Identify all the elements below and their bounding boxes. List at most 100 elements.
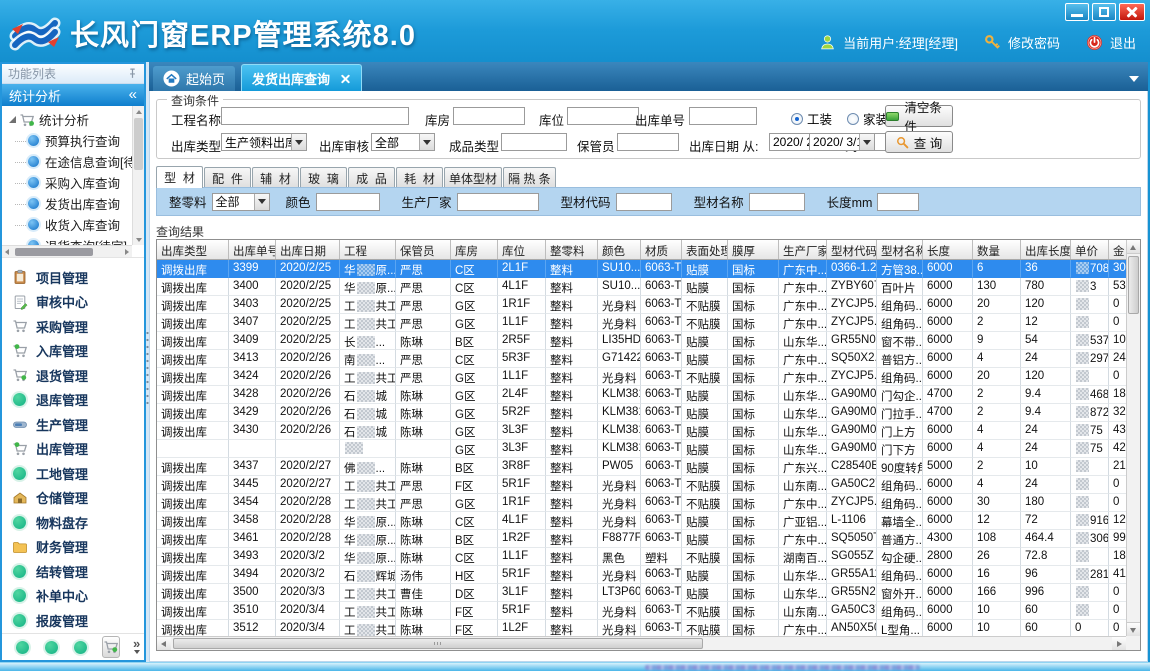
sidebar-item-purchase-mgmt[interactable]: 采购管理 [12,314,144,339]
date-to-picker[interactable]: 2020/ 3/16 [809,133,875,151]
column-header[interactable]: 保管员 [396,240,451,259]
warehouse-input[interactable] [453,107,525,125]
tree-root[interactable]: 统计分析 [8,109,130,130]
table-row[interactable]: 调拨出库34292020/2/26石城陈琳G区5R2F整料KLM38176063… [157,404,1126,422]
table-row[interactable]: 调拨出库34942020/3/2石辉城汤伟H区5R1F整料光身料6063-T5贴… [157,566,1126,584]
column-header[interactable]: 出库单号 [229,240,276,259]
table-row[interactable]: 调拨出库33992020/2/25华原...严思C区2L1F整料SU10...6… [157,260,1126,278]
table-row[interactable]: 调拨出库35102020/3/4工共工程陈琳F区5R1F整料光身料6063-T5… [157,602,1126,620]
table-row[interactable]: 调拨出库34372020/2/27佛...陈琳B区3R8F整料PW056063-… [157,458,1126,476]
sidebar-item-scrap-mgmt[interactable]: 报废管理 [12,608,144,633]
tab-shipping-out-query[interactable]: 发货出库查询 [241,64,362,91]
column-header[interactable]: 材质 [641,240,682,259]
tab-thermal-strip[interactable]: 隔 热 条 [503,167,556,188]
pin-icon[interactable] [127,68,138,79]
column-header[interactable]: 颜色 [598,240,641,259]
product-type-input[interactable] [501,133,567,151]
table-row[interactable]: 调拨出库34092020/2/25长...陈琳B区2R5F整料LI35HD606… [157,332,1126,350]
maximize-button[interactable] [1092,3,1116,21]
profile-name-input[interactable] [749,193,805,211]
tree-expander-icon[interactable] [9,116,16,123]
table-row[interactable]: 调拨出库34002020/2/25华原...严思C区4L1F整料SU10...6… [157,278,1126,296]
column-header[interactable]: 金 [1109,240,1126,259]
sidebar-item-finance-mgmt[interactable]: 财务管理 [12,535,144,560]
column-header[interactable]: 整零料 [546,240,598,259]
green-dot-icon[interactable] [16,641,29,654]
sidebar-item-warehouse-mgmt[interactable]: 仓储管理 [12,486,144,511]
green-dot-icon[interactable] [45,641,58,654]
tab-auxiliary[interactable]: 辅 材 [252,167,299,188]
minimize-button[interactable] [1065,3,1089,21]
tab-finished[interactable]: 成 品 [348,167,395,188]
table-row[interactable]: 调拨出库34282020/2/26石城陈琳G区2L4F整料KLM38176063… [157,386,1126,404]
sidebar-item-shipping-out-query[interactable]: 发货出库查询 [8,193,130,214]
tab-glass[interactable]: 玻 璃 [300,167,347,188]
stats-section-header[interactable]: 统计分析 « [2,84,144,106]
tab-close-icon[interactable] [340,73,351,84]
tab-single-profile[interactable]: 单体型材 [444,167,502,188]
tree-vertical-scrollbar[interactable] [132,106,144,245]
table-row[interactable]: 调拨出库34582020/2/28华原...陈琳C区4L1F整料光身料6063-… [157,512,1126,530]
vertical-scroll-thumb[interactable] [1128,256,1139,314]
tab-list-dropdown-icon[interactable] [1129,76,1139,82]
radio-gongzhuang[interactable]: 工装 [791,109,832,128]
table-row[interactable]: 调拨出库34132020/2/26南...严思C区5R3F整料G71422606… [157,350,1126,368]
manufacturer-input[interactable] [457,193,539,211]
sidebar-item-return-store-mgmt[interactable]: 退库管理 [12,388,144,413]
table-row[interactable]: 调拨出库35002020/3/3工共工程曹佳D区3L1F整料LT3P606063… [157,584,1126,602]
table-row[interactable]: 调拨出库34612020/2/28华原...陈琳B区1R2F整料F8877FT6… [157,530,1126,548]
more-buttons-chevron[interactable]: » [133,640,140,654]
sidebar-item-audit-center[interactable]: 审核中心 [12,290,144,315]
tab-consumable[interactable]: 耗 材 [396,167,443,188]
scroll-left-icon[interactable] [157,637,171,650]
sidebar-item-material-inventory[interactable]: 物料盘存 [12,510,144,535]
sidebar-item-budget-query[interactable]: 预算执行查询 [8,130,130,151]
search-button[interactable]: 查 询 [885,131,953,153]
tree-horizontal-scrollbar[interactable] [2,245,132,257]
table-row[interactable]: 调拨出库34072020/2/25工共工程严思G区1L1F整料光身料6063-T… [157,314,1126,332]
table-row[interactable]: 调拨出库34542020/2/28工共工程严思G区1R1F整料光身料6063-T… [157,494,1126,512]
column-header[interactable]: 出库长度 [1021,240,1071,259]
column-header[interactable]: 膜厚 [728,240,779,259]
logout-link[interactable]: 退出 [1110,33,1136,52]
sidebar-item-outbound-mgmt[interactable]: 出库管理 [12,437,144,462]
green-dot-icon[interactable] [74,641,87,654]
sidebar-item-receive-in-query[interactable]: 收货入库查询 [8,214,130,235]
tab-profile[interactable]: 型 材 [156,166,203,188]
table-row[interactable]: 调拨出库34932020/3/2华原...陈琳C区1L1F整料黑色塑料不贴膜国标… [157,548,1126,566]
table-row[interactable]: 调拨出库34242020/2/26工共工程严思G区1L1F整料光身料6063-T… [157,368,1126,386]
color-input[interactable] [316,193,380,211]
table-row[interactable]: 调拨出库34032020/2/25工共工程严思G区1R1F整料光身料6063-T… [157,296,1126,314]
column-header[interactable]: 库位 [498,240,546,259]
sidebar-item-supplement-center[interactable]: 补单中心 [12,584,144,609]
radio-jiazhuang[interactable]: 家装 [847,109,888,128]
column-header[interactable]: 数量 [973,240,1021,259]
out-type-select[interactable]: 生产领料出库 [221,133,307,151]
horizontal-scroll-thumb[interactable] [173,638,703,649]
project-name-input[interactable] [221,107,409,125]
order-no-input[interactable] [689,107,757,125]
table-row[interactable]: 调拨出库35122020/3/4工共工程陈琳F区1L2F整料光身料6063-T5… [157,620,1126,636]
column-header[interactable]: 出库日期 [276,240,340,259]
sidebar-item-purchase-in-query[interactable]: 采购入库查询 [8,172,130,193]
sidebar-item-transit-query[interactable]: 在途信息查询[待 [8,151,130,172]
scroll-up-icon[interactable] [1127,240,1140,254]
grid-horizontal-scrollbar[interactable] [157,636,1126,650]
column-header[interactable]: 出库类型 [157,240,229,259]
column-header[interactable]: 库房 [451,240,498,259]
clear-conditions-button[interactable]: 清空条件 [885,105,953,127]
column-header[interactable]: 工程 [340,240,396,259]
scroll-right-icon[interactable] [1112,637,1126,650]
column-header[interactable]: 生产厂家 [779,240,827,259]
sidebar-item-inbound-mgmt[interactable]: 入库管理 [12,339,144,364]
table-row[interactable]: G区3L3F整料KLM38176063-T5贴膜国标山东华...GA90M09.… [157,440,1126,458]
length-input[interactable] [877,193,919,211]
grid-vertical-scrollbar[interactable] [1126,240,1140,636]
column-header[interactable]: 型材名称 [877,240,923,259]
profile-code-input[interactable] [616,193,672,211]
location-input[interactable] [567,107,639,125]
scroll-down-icon[interactable] [1127,622,1140,636]
column-header[interactable]: 长度 [923,240,973,259]
column-header[interactable]: 单价 [1071,240,1109,259]
change-password-link[interactable]: 修改密码 [1008,33,1060,52]
